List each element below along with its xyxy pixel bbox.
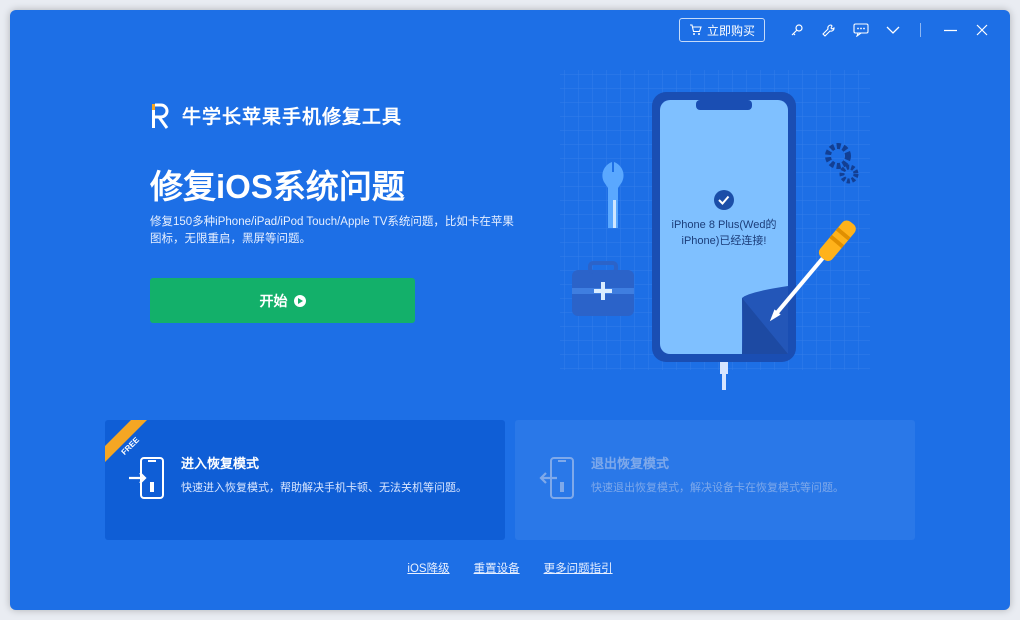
device-connected-status: iPhone 8 Plus(Wed的iPhone)已经连接! — [671, 219, 777, 247]
buy-now-button[interactable]: 立即购买 — [679, 18, 765, 42]
exit-recovery-desc: 快速退出恢复模式，解决设备卡在恢复模式等问题。 — [591, 482, 844, 494]
feedback-icon[interactable] — [852, 21, 870, 39]
more-help-link[interactable]: 更多问题指引 — [544, 560, 613, 576]
exit-recovery-title: 退出恢复模式 — [591, 456, 670, 471]
brand-name: 牛学长苹果手机修复工具 — [182, 107, 403, 128]
exit-recovery-icon — [537, 456, 577, 507]
reset-device-link[interactable]: 重置设备 — [474, 560, 520, 576]
ios-downgrade-link[interactable]: iOS降级 — [407, 560, 449, 576]
cart-icon — [689, 24, 702, 35]
enter-recovery-desc: 快速进入恢复模式，帮助解决手机卡顿、无法关机等问题。 — [181, 482, 467, 494]
play-icon — [293, 294, 306, 307]
exit-recovery-mode-card[interactable]: 退出恢复模式 快速退出恢复模式，解决设备卡在恢复模式等问题。 — [515, 420, 915, 540]
start-button[interactable]: 开始 — [150, 278, 415, 323]
wrench-icon[interactable] — [819, 21, 837, 39]
buy-now-label: 立即购买 — [706, 23, 755, 38]
titlebar-divider — [920, 23, 921, 37]
start-button-label: 开始 — [259, 292, 288, 309]
title-bar: 立即购买 — [10, 10, 1010, 50]
key-icon[interactable] — [788, 21, 806, 39]
brand-logo: 牛学长苹果手机修复工具 — [150, 102, 402, 129]
device-illustration: iPhone 8 Plus(Wed的iPhone)已经连接! — [550, 60, 880, 400]
dropdown-icon[interactable] — [884, 21, 902, 39]
page-title: 修复iOS系统问题 — [150, 168, 405, 205]
logo-icon — [152, 103, 169, 129]
enter-recovery-mode-card[interactable]: FREE 进入恢复模式 快速进入恢复模式，帮助解决手机卡顿、无法关机等问题。 — [105, 420, 505, 540]
page-description: 修复150多种iPhone/iPad/iPod Touch/Apple TV系统… — [150, 216, 514, 245]
enter-recovery-title: 进入恢复模式 — [181, 456, 260, 471]
minimize-icon[interactable] — [941, 21, 959, 39]
close-icon[interactable] — [973, 21, 991, 39]
enter-recovery-icon — [127, 456, 167, 507]
footer-links: iOS降级 重置设备 更多问题指引 — [10, 560, 1010, 576]
app-window: 立即购买 牛学长苹果手机修复工具 修复iOS系统问题 修复150多种iPhone… — [10, 10, 1010, 610]
